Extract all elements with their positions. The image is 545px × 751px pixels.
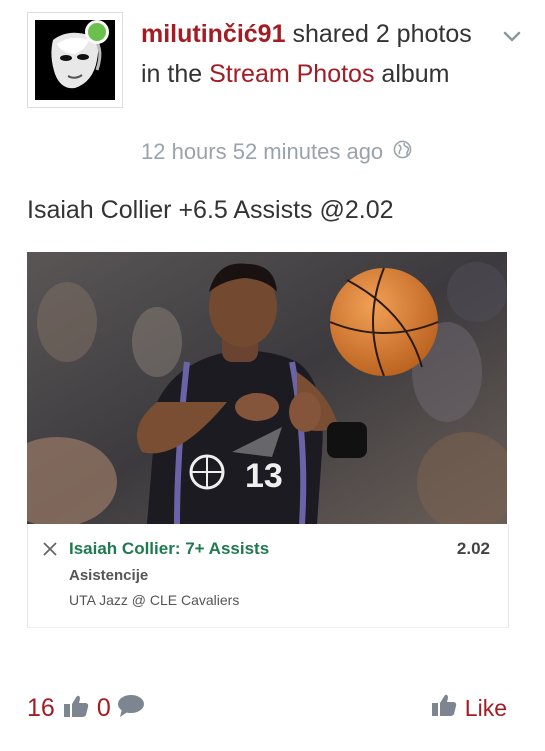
bet-odds: 2.02	[456, 539, 490, 558]
bet-selection: Isaiah Collier: 7+ Assists	[69, 539, 270, 558]
timestamp[interactable]: 12 hours 52 minutes ago	[141, 139, 383, 165]
comment-bubble-icon[interactable]	[117, 694, 145, 723]
close-icon[interactable]	[42, 541, 58, 557]
comments-count[interactable]: 0	[97, 694, 111, 723]
post-photo[interactable]: 13	[27, 252, 507, 524]
album-link[interactable]: Stream Photos	[209, 60, 374, 88]
thumbs-up-icon	[431, 693, 457, 723]
likes-count[interactable]: 16	[27, 694, 55, 723]
post-footer: 16 0 Like	[27, 690, 507, 726]
basketball-player-image: 13	[27, 252, 507, 524]
bet-market: Asistencije	[69, 567, 149, 584]
album-suffix: album	[374, 60, 450, 88]
post-headline: milutinčić91 shared 2 photos in the Stre…	[141, 14, 491, 94]
avatar-frame[interactable]	[27, 12, 123, 108]
bet-card[interactable]: Isaiah Collier: 7+ Assists 2.02 Asistenc…	[27, 524, 509, 628]
jersey-number: 13	[245, 457, 283, 495]
globe-icon	[393, 139, 412, 165]
like-button[interactable]: Like	[431, 693, 507, 723]
timestamp-row: 12 hours 52 minutes ago	[141, 139, 412, 165]
thumbs-up-icon	[63, 694, 89, 723]
online-status-icon	[85, 20, 109, 44]
chevron-down-icon[interactable]	[501, 26, 523, 46]
bet-event: UTA Jazz @ CLE Cavaliers	[69, 592, 240, 608]
username-link[interactable]: milutinčić91	[141, 20, 286, 48]
post-body-text: Isaiah Collier +6.5 Assists @2.02	[27, 196, 394, 224]
like-label: Like	[464, 694, 507, 721]
